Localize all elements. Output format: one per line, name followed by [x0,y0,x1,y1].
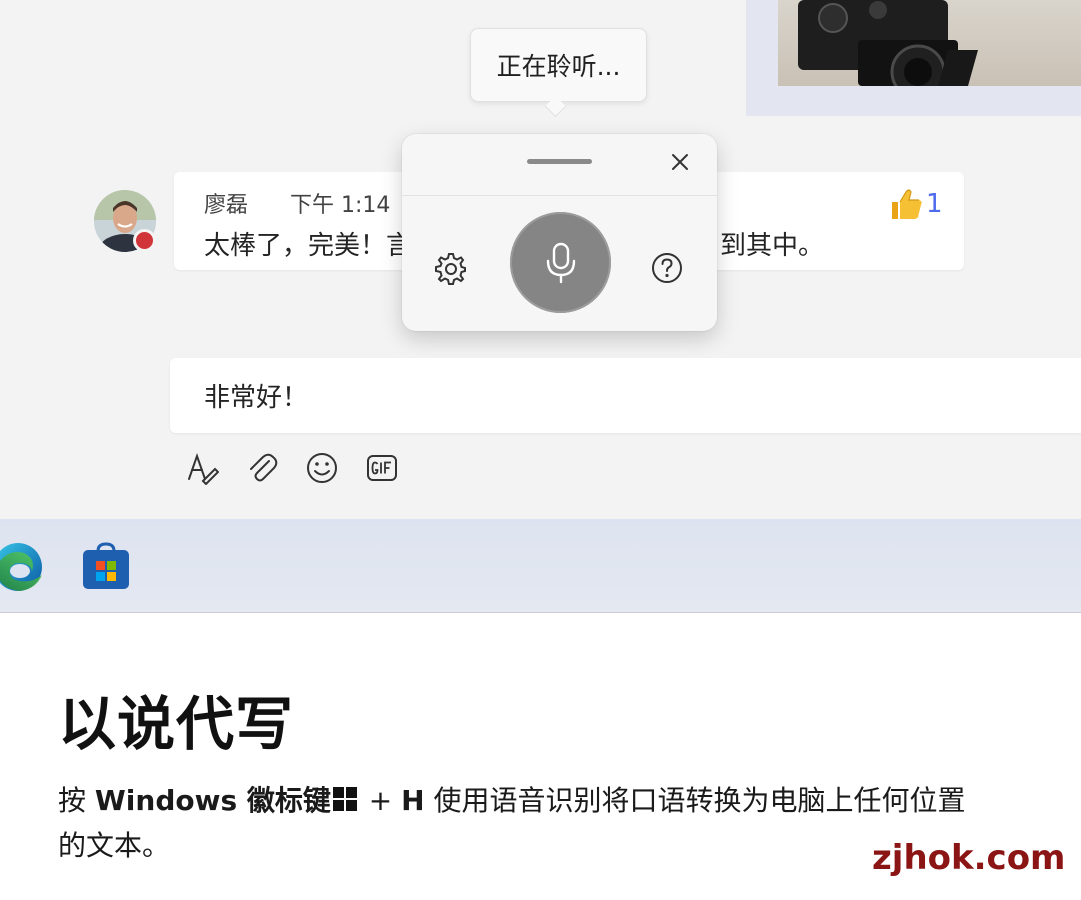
message-timestamp: 下午 1:14 [290,193,391,218]
message-text-start: 太棒了，完美！言 [204,231,413,261]
message-sender[interactable]: 廖磊 [204,187,248,219]
windows-logo-icon [332,787,357,811]
edge-icon[interactable] [0,541,44,593]
desc-prefix: 按 [58,784,95,817]
thumbs-up-icon [892,189,922,219]
like-reaction[interactable]: 1 [888,184,943,224]
taskbar [0,519,1081,613]
microphone-button[interactable] [510,212,611,313]
emoji-icon [307,453,337,483]
listening-text: 正在聆听... [496,52,621,81]
shared-photo[interactable] [778,0,1081,86]
desc-key-h: H [401,784,425,817]
desc-suffix-line1: 使用语音识别将口语转换为电脑上任何位置 [424,784,966,817]
close-button[interactable] [664,146,696,178]
attach-button[interactable] [242,448,282,488]
desc-key-windows: Windows 徽标键 [94,784,331,817]
watermark: zjhok.com [872,838,1066,878]
close-icon [672,154,688,170]
promo-heading: 以说代写 [58,690,295,758]
gif-button[interactable] [362,448,402,488]
format-button[interactable] [182,448,222,488]
emoji-button[interactable] [302,448,342,488]
taskbar-divider [0,612,1081,613]
desc-plus: + [359,784,402,817]
microphone-icon [546,242,575,283]
voice-settings-button[interactable] [430,248,470,288]
message-text-end: 到其中。 [720,231,825,261]
listening-tooltip: 正在聆听... [470,28,647,102]
desc-suffix-line2: 的文本。 [58,829,171,862]
help-button[interactable] [647,248,687,288]
app-screenshot: 正在聆听... 廖磊 下午 1:14 太棒了，完美！言 到其中。 1 非常好！ [0,0,1081,613]
drag-handle[interactable] [527,159,592,164]
presence-busy-indicator [133,229,156,252]
attach-icon [250,453,278,482]
format-text-icon [188,452,219,485]
gear-icon [435,253,466,285]
compose-text[interactable]: 非常好！ [204,377,308,414]
gif-icon [367,455,397,481]
question-circle-icon [652,253,682,283]
microsoft-store-icon[interactable] [81,541,131,591]
voice-panel-divider [402,195,717,196]
reaction-count: 1 [926,189,943,219]
